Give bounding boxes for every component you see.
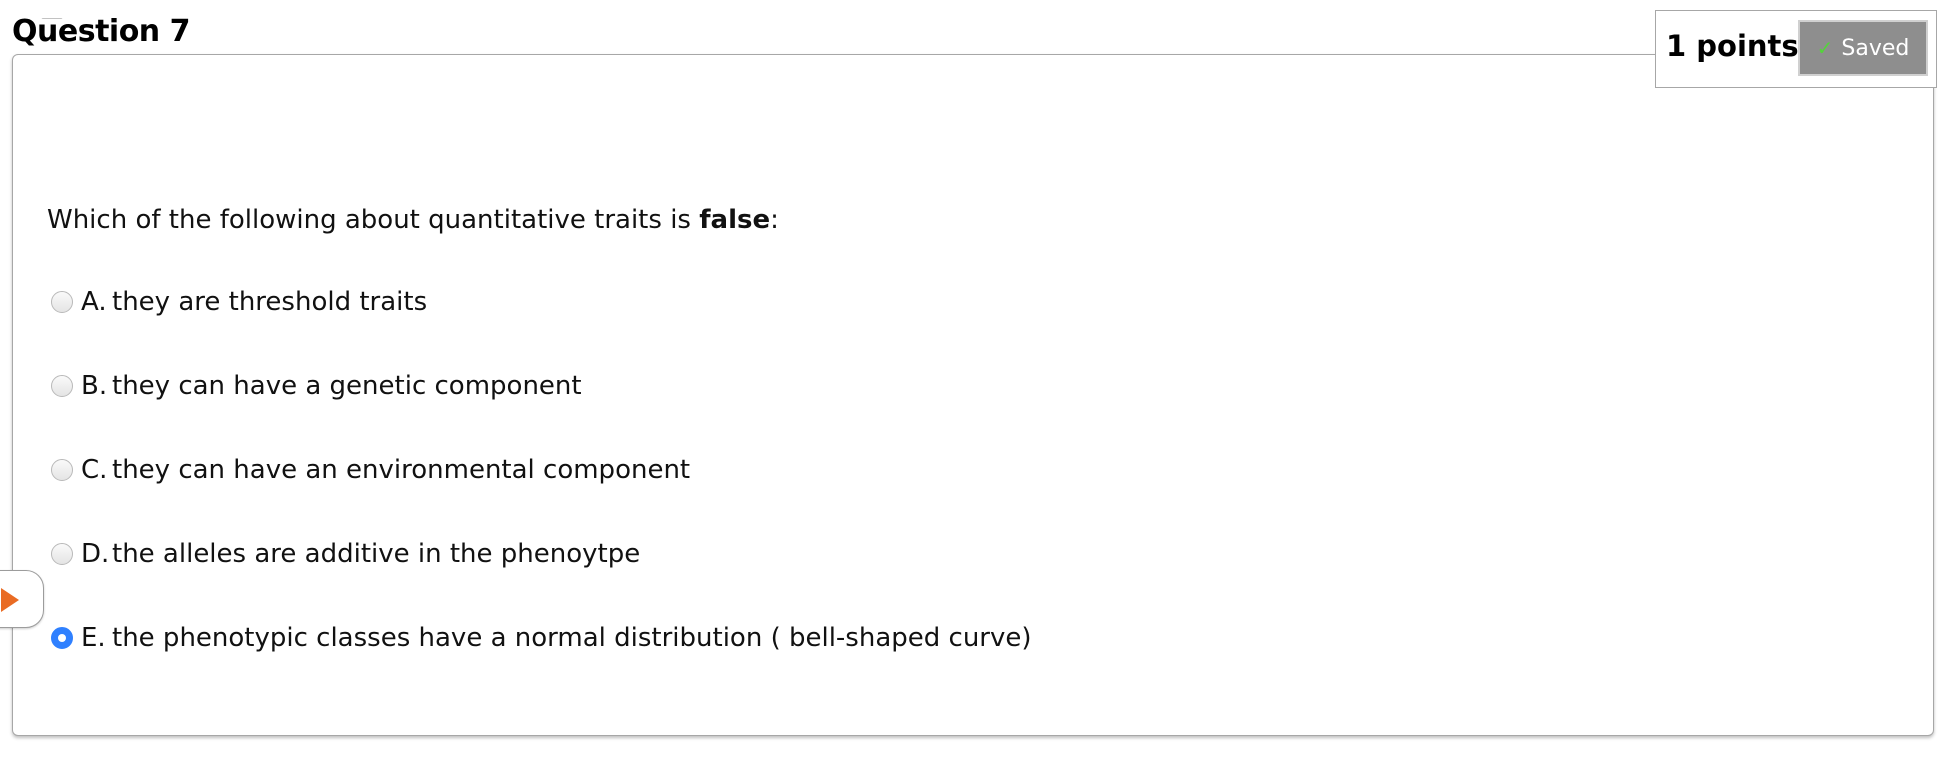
option-letter-a: A. bbox=[81, 287, 107, 317]
radio-b[interactable] bbox=[51, 375, 73, 397]
points-label: 1 points bbox=[1666, 29, 1799, 63]
question-title: Question 7 bbox=[12, 14, 190, 49]
option-letter-b: B. bbox=[81, 371, 108, 401]
question-navigation-tab[interactable] bbox=[0, 570, 44, 628]
answer-option-b[interactable]: B. they can have a genetic component bbox=[51, 371, 582, 401]
option-text-e: the phenotypic classes have a normal dis… bbox=[112, 623, 1032, 653]
option-text-a: they are threshold traits bbox=[112, 287, 428, 317]
answer-option-c[interactable]: C. they can have an environmental compon… bbox=[51, 455, 690, 485]
radio-e-selected[interactable] bbox=[51, 627, 73, 649]
radio-d[interactable] bbox=[51, 543, 73, 565]
radio-c[interactable] bbox=[51, 459, 73, 481]
question-prompt: Which of the following about quantitativ… bbox=[47, 205, 779, 235]
answer-option-a[interactable]: A. they are threshold traits bbox=[51, 287, 427, 317]
prompt-emphasis: false bbox=[699, 205, 771, 235]
option-text-b: they can have a genetic component bbox=[112, 371, 582, 401]
option-text-c: they can have an environmental component bbox=[112, 455, 691, 485]
saved-label: Saved bbox=[1841, 35, 1910, 61]
question-container: Which of the following about quantitativ… bbox=[12, 54, 1934, 736]
radio-a[interactable] bbox=[51, 291, 73, 313]
option-letter-c: C. bbox=[81, 455, 108, 485]
option-letter-d: D. bbox=[81, 539, 110, 569]
option-text-d: the alleles are additive in the phenoytp… bbox=[112, 539, 641, 569]
saved-button[interactable]: ✓ Saved bbox=[1798, 20, 1928, 76]
option-letter-e: E. bbox=[81, 623, 106, 653]
points-status-box: 1 points ✓ Saved bbox=[1655, 10, 1937, 88]
check-icon: ✓ bbox=[1816, 36, 1834, 60]
play-icon bbox=[1, 588, 19, 612]
answer-option-d[interactable]: D. the alleles are additive in the pheno… bbox=[51, 539, 640, 569]
prompt-prefix: Which of the following about quantitativ… bbox=[47, 205, 700, 235]
prompt-suffix: : bbox=[770, 205, 779, 235]
answer-option-e[interactable]: E. the phenotypic classes have a normal … bbox=[51, 623, 1032, 653]
